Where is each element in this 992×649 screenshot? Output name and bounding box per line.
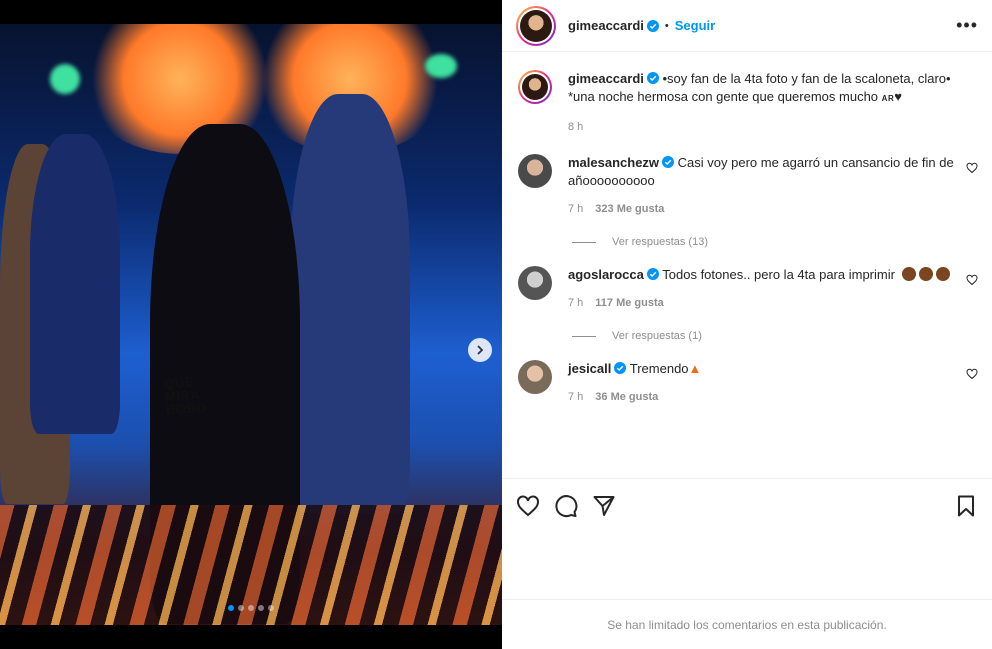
caption-time[interactable]: 8 h — [568, 118, 583, 136]
share-icon[interactable] — [592, 494, 616, 518]
clap-emoji — [901, 267, 916, 281]
view-replies-label: Ver respuestas (13) — [612, 236, 708, 248]
caption-text: •soy fan de la 4ta foto y fan de la scal… — [662, 71, 951, 86]
clap-emoji — [935, 267, 950, 281]
post-actions-bar — [502, 478, 992, 532]
avatar[interactable] — [516, 5, 556, 46]
avatar[interactable] — [518, 154, 552, 188]
carousel-dot — [238, 605, 244, 611]
view-replies-button[interactable]: Ver respuestas (13) — [572, 236, 978, 248]
comment-username[interactable]: jesicall — [568, 361, 611, 376]
comment-icon[interactable] — [554, 494, 578, 518]
separator-dot: • — [664, 19, 669, 32]
comment-time[interactable]: 7 h — [568, 294, 583, 312]
heart-icon[interactable] — [966, 162, 978, 174]
verified-icon — [646, 19, 659, 32]
stage-light — [50, 64, 80, 94]
carousel-dot — [258, 605, 264, 611]
caption-username[interactable]: gimeaccardi — [568, 71, 644, 86]
author-username[interactable]: gimeaccardi — [568, 18, 644, 33]
comment-likes[interactable]: 36 Me gusta — [595, 388, 658, 406]
comment-time[interactable]: 7 h — [568, 388, 583, 406]
comment-username[interactable]: agoslarocca — [568, 267, 644, 282]
heart-emoji: ♥ — [894, 89, 902, 104]
heart-icon[interactable] — [966, 274, 978, 286]
arm-tattoo: QUÉ MIRA BOBO — [164, 374, 208, 418]
follow-button[interactable]: Seguir — [675, 18, 715, 33]
more-options-icon[interactable]: ••• — [956, 15, 978, 36]
carousel-indicator — [0, 605, 502, 611]
clap-emoji — [918, 267, 933, 281]
verified-icon — [646, 72, 659, 84]
post-side-panel: gimeaccardi • Seguir ••• gimeaccardi •so… — [502, 0, 992, 649]
comment-text: Todos fotones.. pero la 4ta para imprimi… — [662, 267, 895, 282]
comment-item: malesanchezw Casi voy pero me agarró un … — [518, 154, 978, 218]
fire-emoji: ▲ — [688, 361, 702, 376]
carousel-dot — [268, 605, 274, 611]
bookmark-icon[interactable] — [954, 494, 978, 518]
view-replies-label: Ver respuestas (1) — [612, 330, 702, 342]
avatar[interactable] — [518, 360, 552, 394]
caption: gimeaccardi •soy fan de la 4ta foto y fa… — [518, 70, 978, 136]
comment-time[interactable]: 7 h — [568, 200, 583, 218]
post-header: gimeaccardi • Seguir ••• — [502, 0, 992, 52]
verified-icon — [646, 268, 659, 280]
comment-username[interactable]: malesanchezw — [568, 155, 659, 170]
caption-text-line2: *una noche hermosa con gente que queremo… — [568, 89, 879, 104]
verified-icon — [662, 156, 675, 168]
post-image[interactable]: QUÉ MIRA BOBO — [0, 24, 502, 625]
comment-text: Tremendo — [629, 361, 689, 376]
comment-item: agoslarocca Todos fotones.. pero la 4ta … — [518, 266, 978, 312]
tattoo-line: BOBO — [165, 399, 208, 418]
comments-limited-notice: Se han limitado los comentarios en esta … — [502, 599, 992, 649]
carousel-dot — [248, 605, 254, 611]
stage-light — [425, 54, 457, 78]
avatar[interactable] — [518, 70, 552, 104]
comment-likes[interactable]: 323 Me gusta — [595, 200, 664, 218]
comments-list[interactable]: gimeaccardi •soy fan de la 4ta foto y fa… — [502, 56, 992, 476]
comment-item: jesicall Tremendo▲ 7 h 36 Me gusta — [518, 360, 978, 406]
carousel-dot — [228, 605, 234, 611]
heart-icon[interactable] — [966, 368, 978, 380]
view-replies-button[interactable]: Ver respuestas (1) — [572, 330, 978, 342]
crowd-person — [290, 94, 410, 514]
heart-icon[interactable] — [516, 494, 540, 518]
carousel-next-button[interactable] — [468, 338, 492, 362]
flag-emoji: AR — [881, 94, 895, 103]
crowd-person — [30, 134, 120, 434]
verified-icon — [614, 362, 627, 374]
avatar[interactable] — [518, 266, 552, 300]
comment-likes[interactable]: 117 Me gusta — [595, 294, 663, 312]
chevron-right-icon — [477, 345, 484, 355]
